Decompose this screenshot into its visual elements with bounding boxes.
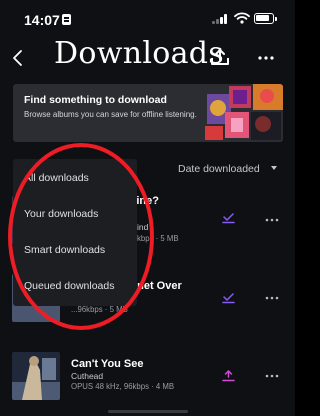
downloaded-check-icon xyxy=(222,213,235,224)
row-title: anet Over xyxy=(131,280,182,292)
id-card-icon xyxy=(62,14,71,25)
sort-selector[interactable]: Date downloaded xyxy=(178,163,260,175)
promo-description: Browse albums you can save for offline l… xyxy=(24,110,197,119)
back-button[interactable] xyxy=(8,46,28,70)
downloaded-check-icon xyxy=(222,293,235,304)
status-bar: 14:07 xyxy=(0,0,295,36)
page-title: Downloads xyxy=(54,36,224,71)
more-options-icon[interactable] xyxy=(264,217,280,223)
status-time: 14:07 xyxy=(24,12,60,28)
row-meta: kbps · 5 MB xyxy=(137,234,179,243)
home-indicator xyxy=(108,410,188,413)
promo-banner[interactable]: Find something to download Browse albums… xyxy=(13,84,283,142)
row-title: Can't You See xyxy=(71,358,144,370)
battery-icon xyxy=(254,13,277,24)
more-options-icon[interactable] xyxy=(264,295,280,301)
caret-down-icon[interactable] xyxy=(271,166,277,170)
album-art-collage xyxy=(203,84,283,142)
more-options-icon[interactable] xyxy=(256,54,276,62)
album-art xyxy=(12,352,60,400)
signal-icon xyxy=(212,14,230,24)
menu-item-your-downloads[interactable]: Your downloads xyxy=(24,208,98,220)
menu-item-all-downloads[interactable]: All downloads xyxy=(24,172,89,184)
row-artist: ind xyxy=(137,222,149,232)
menu-item-smart-downloads[interactable]: Smart downloads xyxy=(24,244,105,256)
menu-item-queued-downloads[interactable]: Queued downloads xyxy=(24,280,115,292)
promo-title: Find something to download xyxy=(24,94,167,106)
upload-icon[interactable] xyxy=(209,48,231,68)
list-item[interactable]: Can't You See Cuthead OPUS 48 kHz, 96kbp… xyxy=(0,350,295,410)
app-screen: 14:07 Downloads Find something to downlo… xyxy=(0,0,295,416)
download-pending-icon xyxy=(222,370,235,382)
row-meta: OPUS 48 kHz, 96kbps · 4 MB xyxy=(71,382,175,391)
wifi-icon xyxy=(234,12,250,24)
row-artist: Cuthead xyxy=(71,371,104,381)
filter-dropdown-menu: All downloads Your downloads Smart downl… xyxy=(13,159,137,306)
row-meta: ...96kbps · 5 MB xyxy=(71,305,128,314)
more-options-icon[interactable] xyxy=(264,373,280,379)
